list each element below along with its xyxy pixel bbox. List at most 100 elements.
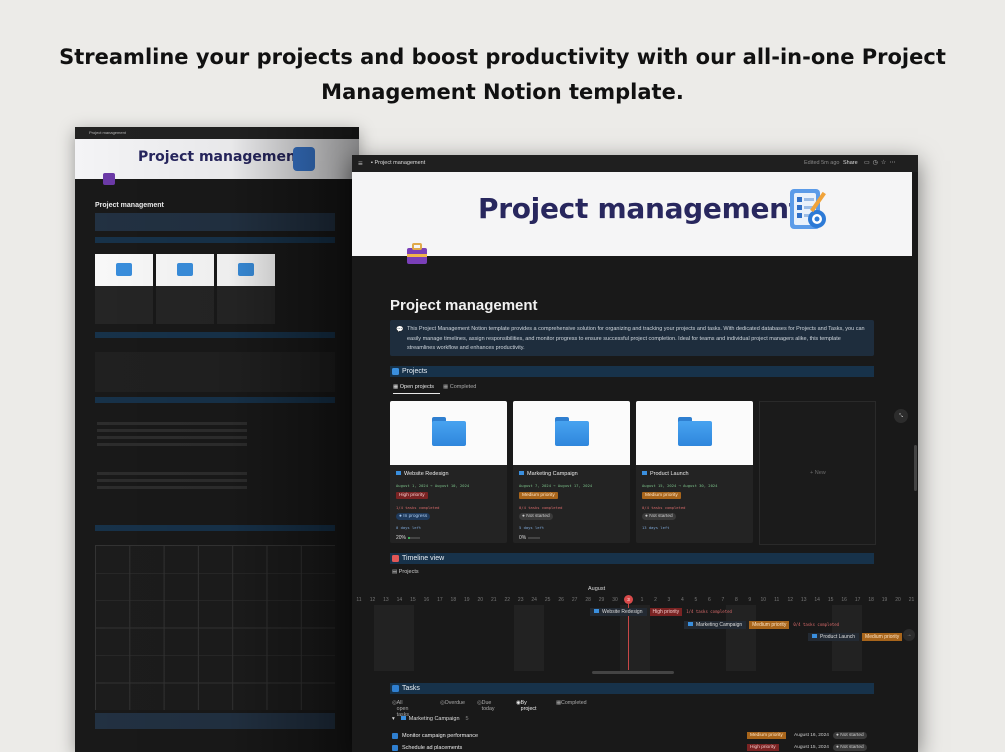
priority-badge: Medium priority — [642, 492, 681, 499]
project-card[interactable]: Product Launch August 15, 2024 → August … — [636, 401, 753, 543]
back-project-card[interactable] — [95, 254, 153, 324]
clock-icon[interactable]: ◷ — [873, 160, 881, 166]
timeline-scrollbar[interactable] — [592, 671, 674, 674]
page-title: Project management — [390, 297, 538, 314]
task-group-header[interactable]: ▾ Marketing Campaign 5 — [392, 716, 469, 722]
headline-line-2: Management Notion template. — [321, 80, 684, 104]
card-cover — [513, 401, 630, 465]
notion-window: ≡ ▪ Project management Edited 5m ago Sha… — [352, 155, 918, 752]
back-task-line — [97, 472, 247, 475]
tab-all-open-tasks[interactable]: ◎ All open tasks — [392, 700, 409, 718]
more-icon[interactable]: ⋯ — [889, 160, 898, 166]
timeline-view-tab[interactable]: ▤ Projects — [392, 569, 419, 575]
status-badge-label: Not started — [649, 514, 673, 519]
scrollbar[interactable] — [914, 445, 917, 491]
timeline-day: 15 — [410, 597, 416, 603]
timeline-day: 1 — [640, 597, 644, 603]
timeline-month: August — [588, 586, 606, 592]
status-badge: ● In progress — [396, 513, 431, 520]
task-group-count: 5 — [465, 716, 469, 722]
back-page-title: Project management — [95, 202, 164, 209]
timeline-day: 8 — [734, 597, 738, 603]
card-dates: August 15, 2024 → August 30, 2024 — [642, 483, 718, 488]
timeline-day: 19 — [881, 597, 888, 603]
checkbox-icon[interactable] — [392, 745, 398, 751]
timeline-day: 11 — [356, 597, 362, 603]
tasks-heading-label: Tasks — [402, 685, 420, 692]
folder-icon — [392, 368, 399, 375]
comment-icon[interactable]: ▭ — [864, 160, 873, 166]
timeline-day: 14 — [396, 597, 403, 603]
card-progress: 20% — [396, 535, 421, 541]
tab-overdue[interactable]: ◎ Overdue — [440, 700, 465, 706]
task-date: August 16, 2024 — [794, 733, 829, 738]
timeline-bar-product-launch[interactable]: Product Launch Medium priority — [808, 632, 903, 642]
back-calendar — [95, 545, 335, 710]
status-badge: ● Not started — [519, 513, 553, 520]
tab-due-today-label: Due today — [481, 700, 495, 712]
expand-icon[interactable]: ⤡ — [894, 409, 908, 423]
timeline-day: 12 — [369, 597, 376, 603]
timeline-tasks-count: 0/4 tasks completed — [793, 622, 840, 627]
folder-icon — [594, 609, 599, 613]
timeline-day: 24 — [531, 597, 537, 603]
tasks-heading: Tasks — [390, 683, 874, 694]
folder-icon — [396, 471, 401, 475]
card-tasks-count: 0/4 tasks completed — [519, 505, 563, 510]
back-project-card[interactable] — [217, 254, 275, 324]
back-window: Project management Project management Pr… — [75, 127, 359, 752]
status-badge-label: In progress — [403, 514, 428, 519]
new-project-card[interactable]: + New — [759, 401, 876, 545]
card-title: Website Redesign — [396, 471, 449, 477]
task-group-name: Marketing Campaign — [408, 716, 460, 722]
folder-icon — [688, 622, 693, 626]
project-card[interactable]: Marketing Campaign August 7, 2024 → Augu… — [513, 401, 630, 543]
menu-icon[interactable]: ≡ — [358, 155, 363, 172]
projects-heading-label: Projects — [402, 368, 428, 375]
back-project-card[interactable] — [156, 254, 214, 324]
timeline-bar-website-redesign[interactable]: Website Redesign High priority 1/4 tasks c… — [590, 607, 732, 617]
tab-completed[interactable]: ▦ Completed — [443, 381, 476, 393]
timeline-heading-label: Timeline view — [402, 555, 445, 562]
timeline-day: 3 — [667, 597, 671, 603]
edited-timestamp: Edited 5m ago — [804, 160, 840, 166]
new-project-label: + New — [810, 470, 826, 476]
tab-due-today[interactable]: ◎ Due today — [477, 700, 495, 712]
timeline-icon: ▤ — [392, 569, 399, 575]
card-cover — [636, 401, 753, 465]
checklist-icon — [790, 189, 826, 229]
timeline-bar-label: Product Launch — [820, 634, 856, 640]
arrow-right-icon[interactable]: → — [903, 629, 915, 641]
checkbox-icon[interactable] — [392, 733, 398, 739]
today-marker: 3 — [624, 595, 633, 604]
back-banner: Project management — [75, 139, 359, 179]
priority-badge: Medium priority — [862, 633, 903, 641]
tab-by-project[interactable]: ◉ By project — [516, 700, 537, 712]
tab-completed-tasks[interactable]: ▦ Completed — [556, 700, 587, 706]
card-title-label: Product Launch — [650, 471, 689, 477]
speech-bubble-icon: 💬 — [396, 327, 404, 333]
chevron-down-icon: ▾ — [392, 716, 395, 722]
task-date: August 15, 2024 — [794, 745, 829, 750]
timeline-day: 7 — [721, 597, 725, 603]
priority-badge: High priority — [649, 608, 683, 616]
share-button[interactable]: Share — [843, 155, 858, 172]
priority-badge: Medium priority — [519, 492, 558, 499]
timeline-bar-marketing-campaign[interactable]: Marketing Campaign Medium priority 0/4 tas… — [684, 620, 839, 630]
task-row[interactable]: Schedule ad placements High priority Aug… — [392, 743, 872, 752]
back-task-line — [97, 429, 247, 432]
breadcrumb[interactable]: ▪ Project management — [371, 155, 425, 172]
timeline-bar-label: Marketing Campaign — [696, 622, 743, 628]
tab-open-projects[interactable]: ▦ Open projects — [393, 381, 440, 394]
banner-title: Project management — [478, 192, 802, 225]
tab-completed-label: Completed — [449, 384, 477, 390]
project-card[interactable]: Website Redesign August 1, 2024 → August… — [390, 401, 507, 543]
timeline-day: 14 — [814, 597, 820, 603]
card-dates: August 1, 2024 → August 10, 2024 — [396, 483, 470, 488]
folder-icon — [519, 471, 524, 475]
card-progress-fill — [408, 536, 411, 539]
topbar: ≡ ▪ Project management Edited 5m ago Sha… — [352, 155, 918, 172]
task-row[interactable]: Monitor campaign performance Medium prio… — [392, 731, 872, 741]
card-tasks-count: 1/4 tasks completed — [396, 505, 440, 510]
back-calendar-heading — [95, 525, 335, 531]
